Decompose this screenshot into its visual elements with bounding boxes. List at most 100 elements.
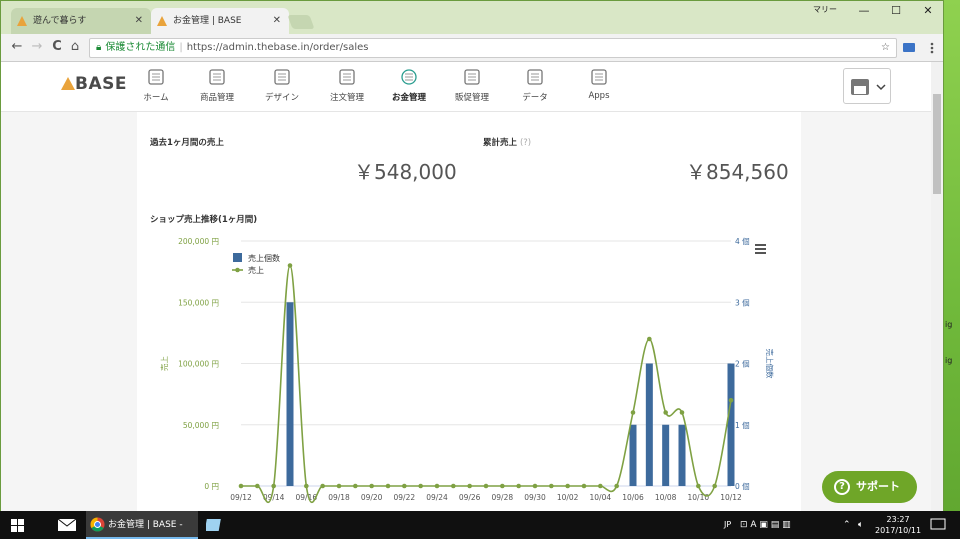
tab-label: お金管理 | BASE [173, 16, 242, 26]
point-sales-10/05 [614, 483, 619, 489]
y-left-tick: 0 円 [204, 482, 219, 491]
x-tick-label: 09/26 [459, 493, 481, 502]
nav-item-label: 注文管理 [329, 93, 364, 103]
nav-item-2[interactable]: 商品管理 [187, 68, 247, 103]
point-sales-09/19 [353, 483, 358, 489]
x-tick-label: 10/12 [720, 493, 742, 502]
nav-item-3[interactable]: デザイン [252, 68, 312, 103]
hamburger-icon[interactable] [755, 244, 766, 254]
chrome-icon [90, 517, 105, 532]
point-sales-09/22 [402, 483, 407, 489]
x-tick-label: 09/12 [230, 493, 252, 502]
point-sales-09/26 [467, 483, 472, 489]
tshirt-icon [209, 69, 225, 85]
nav-item-5[interactable]: お金管理 [379, 68, 439, 103]
shop-navbar: BASE ホーム 商品管理 デザイン 注文管理 お金管理 販促管理 データ Apps [1, 62, 931, 112]
nav-item-label: Apps [588, 91, 610, 101]
support-button[interactable]: ? サポート [822, 471, 917, 503]
base-favicon-icon [17, 16, 27, 26]
desktop-text-fragment: ig [945, 356, 953, 365]
scrollbar-thumb[interactable] [933, 94, 941, 194]
x-tick-label: 09/24 [426, 493, 448, 502]
y-left-tick: 200,000 円 [178, 237, 219, 246]
legend-units-swatch [233, 253, 242, 262]
taskbar-chrome-label: お金管理 | BASE - G... [108, 520, 183, 530]
close-tab-icon[interactable]: ✕ [135, 8, 143, 34]
point-sales-09/25 [451, 483, 456, 489]
nav-item-label: 販促管理 [454, 93, 489, 103]
order-list-icon [339, 69, 355, 85]
tray-arrow-icon[interactable]: ⌃ [843, 511, 851, 539]
chart-icon [527, 69, 543, 85]
nav-item-7[interactable]: データ [505, 68, 565, 103]
nav-item-label: お金管理 [391, 93, 426, 103]
minimize-button[interactable]: — [849, 1, 879, 21]
tab-asonde[interactable]: 遊んで暮らす ✕ [11, 8, 151, 34]
browser-window: 遊んで暮らす ✕ お金管理 | BASE ✕ マリー — ☐ ✕ ← → C ⌂… [0, 0, 944, 512]
notepad-icon[interactable] [206, 518, 222, 532]
windows-start-icon[interactable] [11, 519, 24, 532]
profile-name[interactable]: マリー [813, 4, 837, 15]
close-tab-icon[interactable]: ✕ [273, 8, 281, 34]
address-separator: | [179, 42, 183, 53]
x-tick-label: 09/30 [524, 493, 546, 502]
point-sales-10/12 [728, 397, 734, 403]
tray-icons[interactable]: ⊡ A ▣ ▤ ▥ [740, 511, 791, 539]
forward-button[interactable]: → [29, 39, 45, 55]
nav-item-8[interactable]: Apps [569, 68, 629, 101]
phone-icon [464, 69, 480, 85]
volume-icon[interactable]: 🔈︎ [858, 511, 863, 539]
point-sales-09/24 [434, 483, 440, 489]
y-left-tick: 50,000 円 [183, 421, 219, 430]
y-right-tick: 0 個 [735, 481, 750, 491]
secure-label: 保護された通信 [105, 42, 176, 53]
taskbar-chrome[interactable]: お金管理 | BASE - G... [86, 511, 198, 539]
nav-item-1[interactable]: ホーム [126, 68, 186, 103]
clock[interactable]: 23:27 2017/10/11 [875, 514, 921, 536]
nav-item-4[interactable]: 注文管理 [317, 68, 377, 103]
bar-units-09/15 [286, 302, 294, 486]
design-tools-icon [274, 69, 290, 85]
mail-icon[interactable] [58, 519, 76, 531]
logo-text: BASE [75, 74, 127, 94]
nav-item-label: ホーム [143, 93, 169, 103]
bar-units-10/12 [727, 363, 735, 486]
bar-units-10/06 [629, 424, 637, 486]
yen-icon [401, 69, 417, 85]
back-button[interactable]: ← [9, 39, 25, 55]
point-sales-10/04 [598, 483, 603, 489]
desktop-text-fragment: ig [945, 320, 953, 329]
store-switcher-button[interactable] [843, 68, 891, 104]
tab-okane[interactable]: お金管理 | BASE ✕ [151, 8, 289, 34]
y-left-tick: 150,000 円 [178, 298, 219, 307]
nav-item-6[interactable]: 販促管理 [442, 68, 502, 103]
maximize-button[interactable]: ☐ [881, 1, 911, 21]
sales-chart: 0 円 50,000 円 100,000 円 150,000 円 200,000 円 0 … [159, 236, 775, 504]
point-sales-09/15 [287, 263, 293, 268]
address-bar[interactable]: 🔒︎ 保護された通信 | https://admin.thebase.in/order… [89, 38, 897, 58]
close-window-button[interactable]: ✕ [913, 1, 943, 21]
base-logo[interactable]: BASE [61, 74, 127, 94]
bookmark-star-icon[interactable]: ☆ [881, 39, 890, 57]
ime-indicator[interactable]: JP [724, 511, 731, 539]
x-tick-label: 09/28 [492, 493, 514, 502]
reload-button[interactable]: C [49, 39, 65, 55]
store-icon [851, 79, 869, 95]
question-icon: ? [834, 479, 850, 495]
point-sales-09/23 [418, 483, 423, 489]
home-button[interactable]: ⌂ [67, 39, 83, 55]
point-sales-09/17 [320, 483, 325, 489]
point-sales-09/21 [385, 483, 391, 489]
y-right-tick: 4 個 [735, 236, 750, 246]
extension-icon[interactable] [902, 41, 916, 55]
menu-kebab-icon[interactable] [925, 41, 939, 55]
vertical-scrollbar[interactable] [931, 62, 943, 512]
legend-units-label: 売上個数 [248, 253, 280, 263]
clock-time: 23:27 [886, 515, 910, 524]
chevron-down-icon [876, 84, 886, 91]
new-tab-button[interactable] [287, 15, 315, 29]
x-tick-label: 09/18 [328, 493, 350, 502]
notification-icon[interactable] [930, 518, 946, 532]
support-label: サポート [856, 480, 900, 493]
bar-units-10/07 [645, 363, 653, 486]
